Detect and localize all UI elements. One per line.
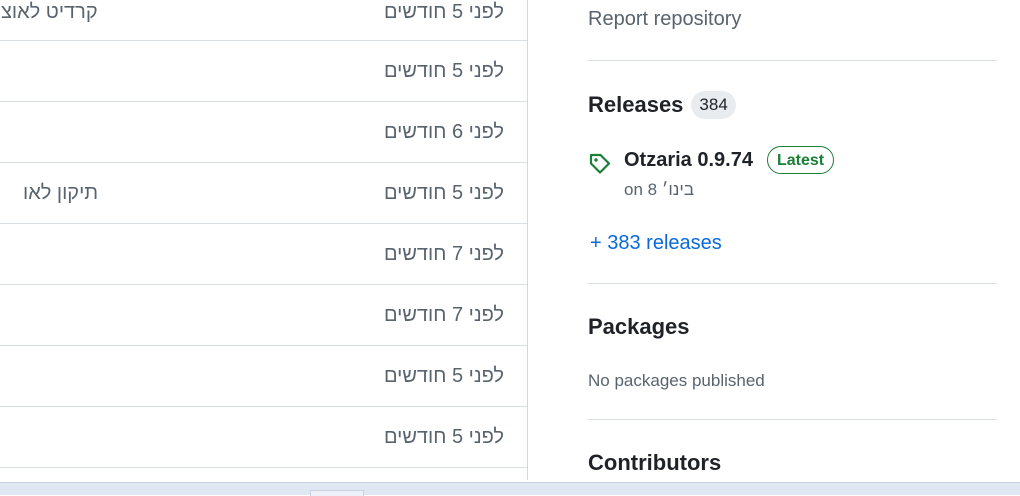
report-repository-link[interactable]: Report repository [588,8,741,31]
commit-time: לפני 7 חודשים [383,243,504,265]
file-row: תיקון לאו לפני 5 חודשים [0,163,527,224]
commit-time: לפני 5 חודשים [383,182,504,204]
commit-time: לפני 5 חודשים [383,60,504,82]
latest-badge: Latest [767,146,835,174]
more-releases-link[interactable]: + 383 releases [590,232,722,255]
release-date: on בינו׳ 8 [624,180,694,199]
file-row: קרדיט לאוצ לפני 5 חודשים [0,0,527,41]
releases-heading[interactable]: Releases 384 [588,91,736,119]
repo-sidebar: Report repository Releases 384 Otzaria 0.… [588,0,998,480]
file-row: לפני 7 חודשים [0,224,527,285]
commit-message-link[interactable]: תיקון לאו [23,181,98,205]
file-row: לפני 5 חודשים [0,41,527,102]
contributors-heading[interactable]: Contributors [588,450,721,476]
commit-time: לפני 5 חודשים [383,1,504,23]
window-bottom-strip [0,482,1020,496]
packages-heading[interactable]: Packages [588,314,690,340]
no-packages-text: No packages published [588,371,765,390]
releases-title[interactable]: Releases [588,92,683,117]
latest-release[interactable]: Otzaria 0.9.74 Latest on בינו׳ 8 [588,146,997,206]
commit-message-link[interactable]: קרדיט לאוצ [1,0,98,24]
file-row: לפני 5 חודשים [0,407,527,468]
file-list: קרדיט לאוצ לפני 5 חודשים לפני 5 חודשים ל… [0,0,528,480]
release-name-link[interactable]: Otzaria 0.9.74 [624,149,753,172]
divider [588,419,997,420]
commit-time: לפני 5 חודשים [383,426,504,448]
file-row: לפני 5 חודשים [0,346,527,407]
file-row: לפני 7 חודשים [0,285,527,346]
commit-time: לפני 5 חודשים [383,365,504,387]
tag-icon [589,153,611,174]
releases-count-badge: 384 [691,91,736,119]
divider [588,60,997,61]
taskbar-tab[interactable] [310,490,364,496]
commit-time: לפני 7 חודשים [383,304,504,326]
divider [588,283,997,284]
commit-time: לפני 6 חודשים [383,121,504,143]
file-row: לפני 6 חודשים [0,102,527,163]
